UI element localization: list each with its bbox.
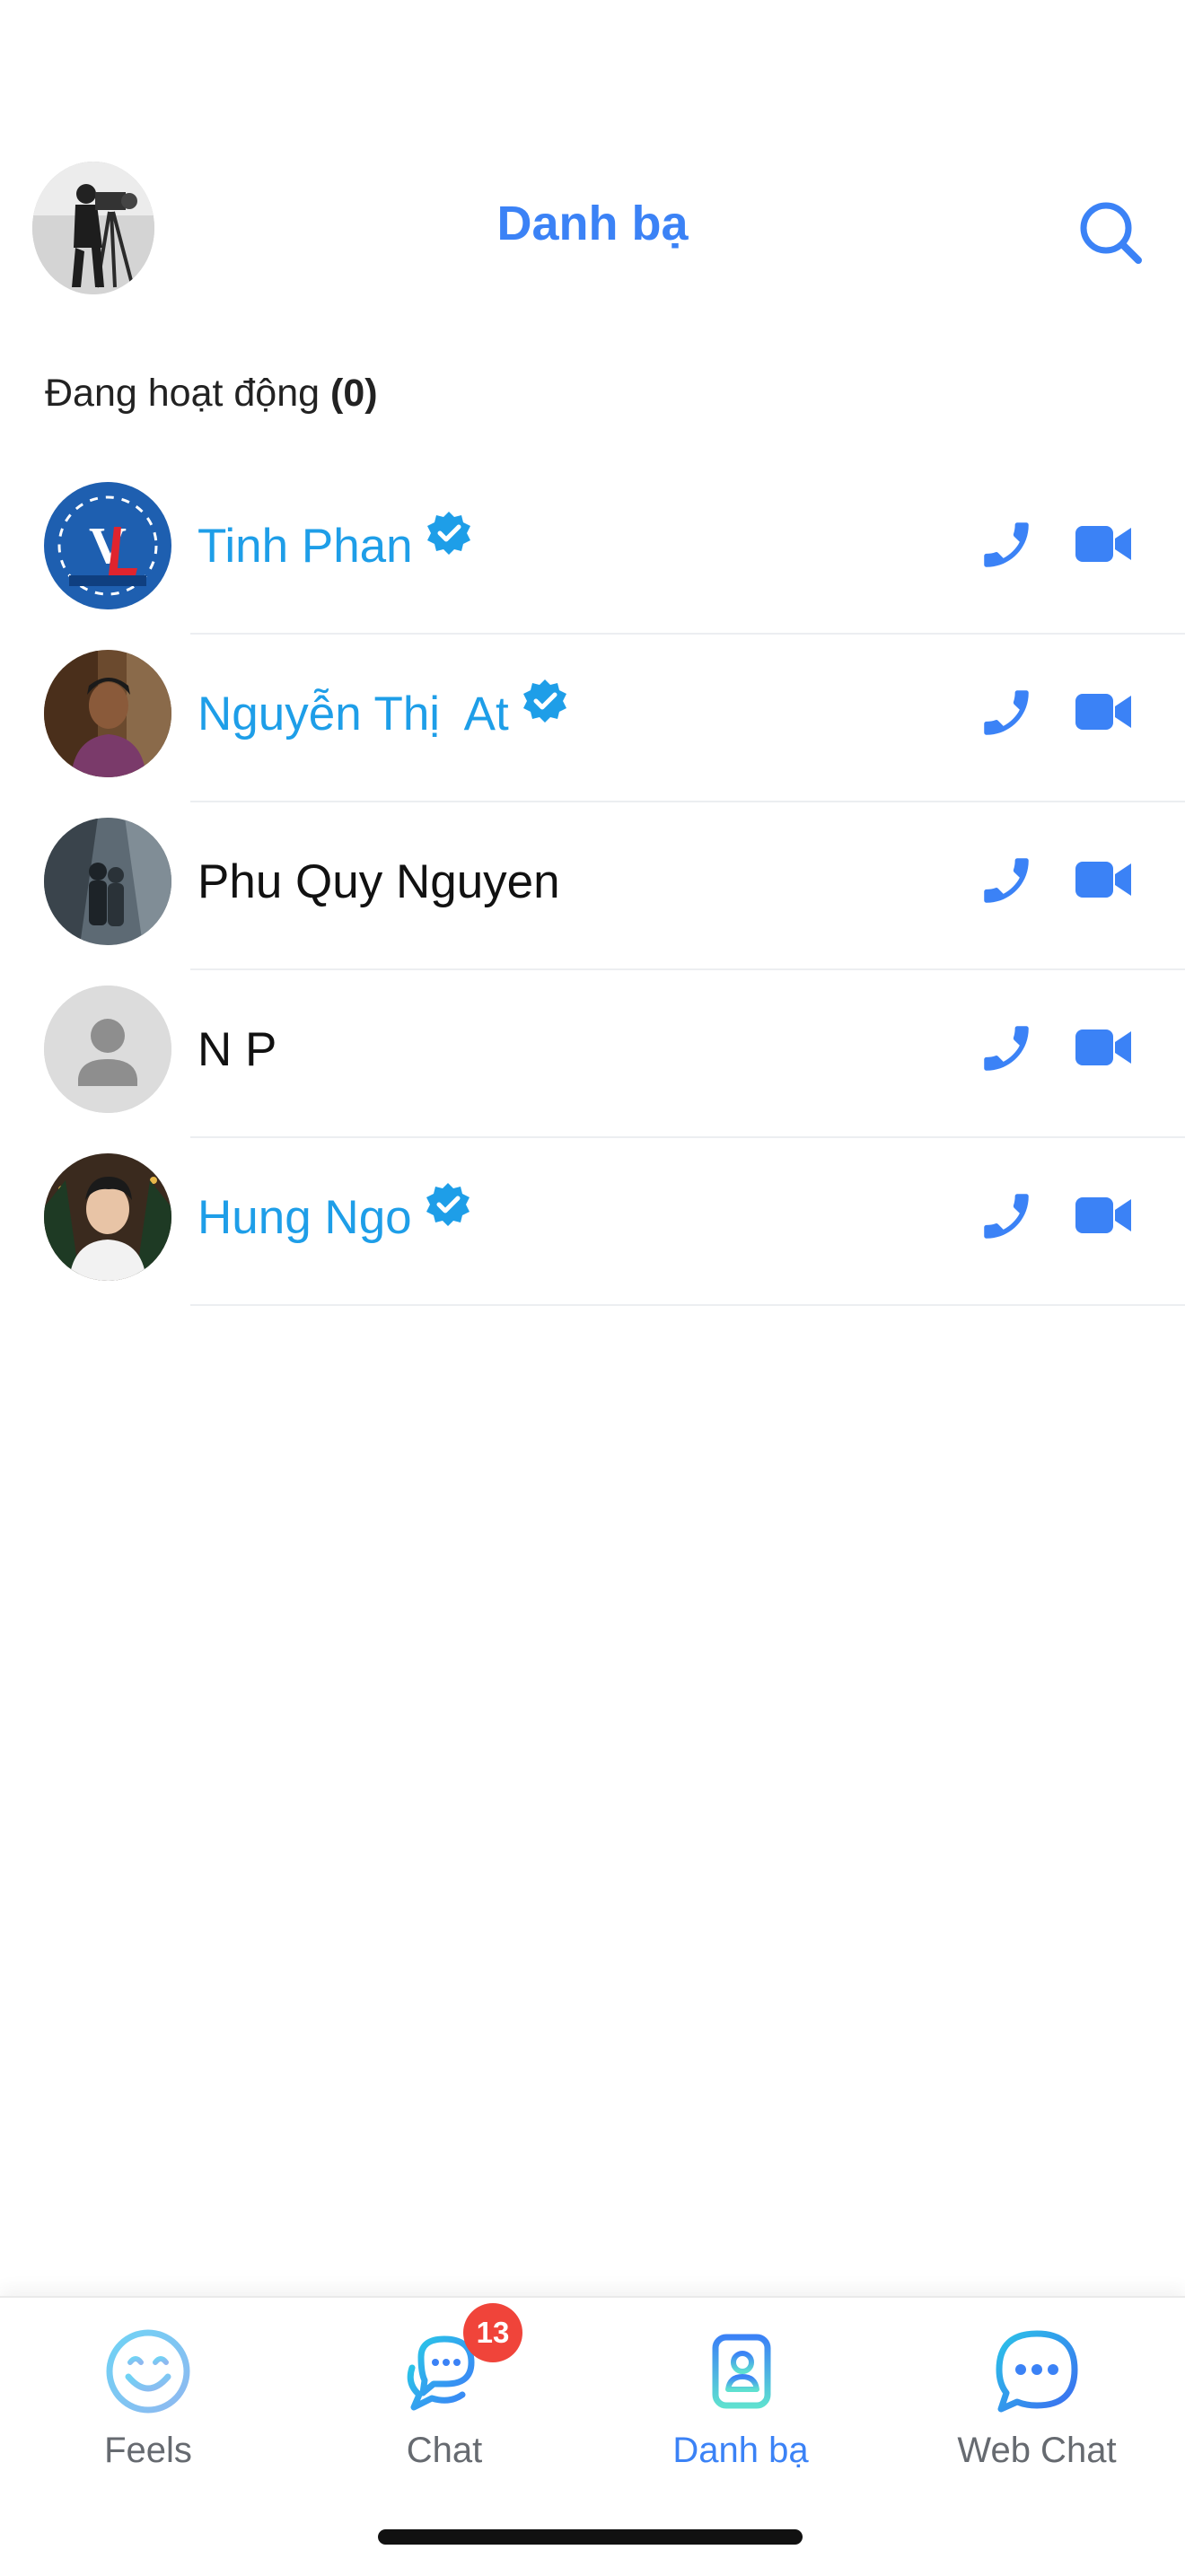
call-button[interactable] xyxy=(977,683,1036,742)
contacts-book-icon xyxy=(706,2334,771,2409)
contact-row[interactable]: N P xyxy=(0,970,1185,1138)
contact-avatar[interactable] xyxy=(44,1153,171,1281)
contact-name: N P xyxy=(198,1022,277,1076)
home-indicator[interactable] xyxy=(378,2529,803,2545)
web-chat-icon xyxy=(996,2330,1078,2413)
verified-badge-icon xyxy=(426,512,470,555)
search-button[interactable] xyxy=(1070,192,1151,273)
contact-avatar[interactable] xyxy=(44,818,171,945)
vl-logo-avatar: V xyxy=(44,482,171,609)
call-button[interactable] xyxy=(977,1187,1036,1246)
nav-item-web-chat[interactable]: Web Chat xyxy=(889,2298,1185,2522)
nav-label: Danh bạ xyxy=(672,2431,809,2470)
row-divider xyxy=(190,1304,1185,1306)
active-now-heading: Đang hoạt động (0) xyxy=(45,372,378,416)
video-camera-icon xyxy=(1075,1030,1131,1065)
video-camera-icon xyxy=(1075,862,1131,898)
page-title: Danh bạ xyxy=(496,197,689,250)
unread-badge: 13 xyxy=(463,2303,522,2362)
call-button[interactable] xyxy=(977,515,1036,574)
nav-label: Feels xyxy=(104,2431,192,2470)
contact-name: Nguyễn Thị At xyxy=(198,687,509,740)
call-button[interactable] xyxy=(977,851,1036,910)
young-man-avatar xyxy=(44,1153,171,1281)
video-call-button[interactable] xyxy=(1074,1190,1135,1240)
contact-avatar[interactable] xyxy=(44,986,171,1113)
video-call-button[interactable] xyxy=(1074,519,1135,569)
contact-list: V Tinh Phan Nguyễn Thị At Phu Quy Nguyen… xyxy=(0,467,1185,1306)
contact-name: Phu Quy Nguyen xyxy=(198,854,560,908)
contact-avatar[interactable]: V xyxy=(44,482,171,609)
phone-icon xyxy=(984,690,1029,735)
phone-icon xyxy=(984,1026,1029,1071)
contact-row[interactable]: Phu Quy Nguyen xyxy=(0,802,1185,970)
contact-row[interactable]: V Tinh Phan xyxy=(0,467,1185,635)
video-camera-icon xyxy=(1075,1197,1131,1233)
woman-portrait-avatar xyxy=(44,650,171,777)
top-header: Danh bạ xyxy=(0,0,1185,341)
video-call-button[interactable] xyxy=(1074,687,1135,737)
nav-item-chat[interactable]: 13 Chat xyxy=(296,2298,592,2522)
contact-row[interactable]: Nguyễn Thị At xyxy=(0,635,1185,802)
contact-name: Tinh Phan xyxy=(198,519,413,573)
nav-label: Chat xyxy=(406,2431,483,2470)
nav-label: Web Chat xyxy=(957,2431,1117,2470)
verified-badge-icon xyxy=(426,1183,470,1226)
contact-name: Hung Ngo xyxy=(198,1190,412,1244)
active-now-count: (0) xyxy=(330,372,378,415)
active-now-label: Đang hoạt động xyxy=(45,372,320,415)
verified-badge-icon xyxy=(522,679,566,723)
svg-text:V: V xyxy=(89,516,127,574)
nav-item-contacts[interactable]: Danh bạ xyxy=(592,2298,889,2522)
call-button[interactable] xyxy=(977,1019,1036,1078)
video-call-button[interactable] xyxy=(1074,854,1135,905)
video-camera-icon xyxy=(1075,694,1131,730)
video-camera-icon xyxy=(1075,526,1131,562)
phone-icon xyxy=(984,1194,1029,1239)
video-call-button[interactable] xyxy=(1074,1022,1135,1073)
contact-row[interactable]: Hung Ngo xyxy=(0,1138,1185,1306)
phone-icon xyxy=(984,858,1029,903)
phone-icon xyxy=(984,522,1029,567)
couple-photo-avatar xyxy=(44,818,171,945)
default-person-avatar xyxy=(44,986,171,1113)
nav-item-feels[interactable]: Feels xyxy=(0,2298,296,2522)
smiley-icon xyxy=(106,2329,190,2414)
search-icon xyxy=(1080,202,1142,264)
contact-avatar[interactable] xyxy=(44,650,171,777)
